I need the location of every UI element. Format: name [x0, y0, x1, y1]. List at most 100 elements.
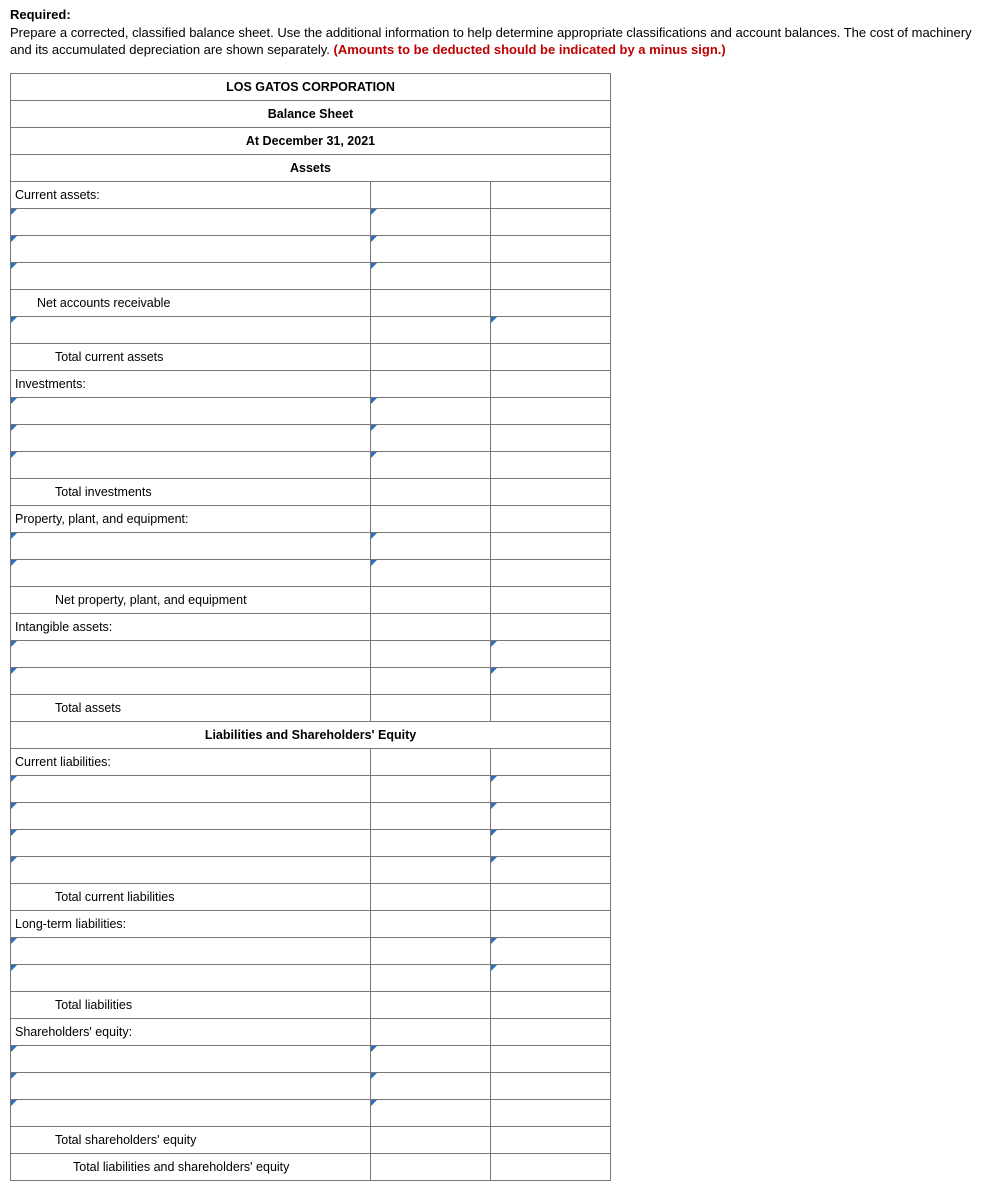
cell: [371, 883, 491, 910]
amount-input[interactable]: [491, 316, 611, 343]
amount-input[interactable]: [371, 235, 491, 262]
subtotal-cell: [491, 991, 611, 1018]
cell: [371, 937, 491, 964]
net-ar-label: Net accounts receivable: [11, 289, 371, 316]
cell: [371, 1126, 491, 1153]
cell: [371, 640, 491, 667]
cell: [371, 613, 491, 640]
cell: [491, 559, 611, 586]
ppe-label: Property, plant, and equipment:: [11, 505, 371, 532]
dropdown-cell[interactable]: [11, 397, 371, 424]
cell: [491, 451, 611, 478]
amount-input[interactable]: [371, 559, 491, 586]
instructions: Required: Prepare a corrected, classifie…: [10, 6, 990, 59]
subtotal-cell: [491, 478, 611, 505]
se-label: Shareholders' equity:: [11, 1018, 371, 1045]
amount-input[interactable]: [491, 856, 611, 883]
intangibles-label: Intangible assets:: [11, 613, 371, 640]
dropdown-cell[interactable]: [11, 451, 371, 478]
amount-input[interactable]: [491, 802, 611, 829]
dropdown-cell[interactable]: [11, 424, 371, 451]
amount-input[interactable]: [491, 937, 611, 964]
dropdown-cell[interactable]: [11, 937, 371, 964]
cell: [491, 1099, 611, 1126]
cell: [491, 532, 611, 559]
cell: [491, 586, 611, 613]
amount-input[interactable]: [371, 1099, 491, 1126]
amount-input[interactable]: [371, 262, 491, 289]
dropdown-cell[interactable]: [11, 1099, 371, 1126]
cell: [491, 397, 611, 424]
cell: [491, 613, 611, 640]
total-current-assets-label: Total current assets: [11, 343, 371, 370]
amount-input[interactable]: [371, 424, 491, 451]
subtotal-cell: [491, 1126, 611, 1153]
amount-input[interactable]: [371, 397, 491, 424]
dropdown-cell[interactable]: [11, 640, 371, 667]
dropdown-cell[interactable]: [11, 667, 371, 694]
cell: [371, 478, 491, 505]
cell: [491, 289, 611, 316]
cell: [371, 181, 491, 208]
total-liab-label: Total liabilities: [11, 991, 371, 1018]
cell: [371, 667, 491, 694]
dropdown-cell[interactable]: [11, 262, 371, 289]
cell: [491, 208, 611, 235]
cell: [491, 424, 611, 451]
cell: [371, 694, 491, 721]
cell: [371, 370, 491, 397]
total-investments-label: Total investments: [11, 478, 371, 505]
assets-section: Assets: [11, 154, 611, 181]
subtotal-cell: [371, 289, 491, 316]
date-header: At December 31, 2021: [11, 127, 611, 154]
dropdown-cell[interactable]: [11, 1045, 371, 1072]
dropdown-cell[interactable]: [11, 775, 371, 802]
dropdown-cell[interactable]: [11, 559, 371, 586]
cell: [371, 343, 491, 370]
cell: [371, 910, 491, 937]
dropdown-cell[interactable]: [11, 532, 371, 559]
dropdown-cell[interactable]: [11, 208, 371, 235]
amount-input[interactable]: [371, 532, 491, 559]
dropdown-cell[interactable]: [11, 856, 371, 883]
amount-input[interactable]: [371, 1045, 491, 1072]
cell: [371, 505, 491, 532]
cell: [371, 316, 491, 343]
total-cell: [491, 1153, 611, 1180]
current-assets-label: Current assets:: [11, 181, 371, 208]
cell: [491, 748, 611, 775]
dropdown-cell[interactable]: [11, 802, 371, 829]
total-se-label: Total shareholders' equity: [11, 1126, 371, 1153]
amount-input[interactable]: [491, 829, 611, 856]
current-liab-label: Current liabilities:: [11, 748, 371, 775]
cell: [371, 1153, 491, 1180]
company-header: LOS GATOS CORPORATION: [11, 73, 611, 100]
cell: [491, 1045, 611, 1072]
amount-input[interactable]: [491, 640, 611, 667]
amount-input[interactable]: [371, 208, 491, 235]
required-label: Required:: [10, 7, 71, 22]
cell: [491, 181, 611, 208]
cell: [371, 829, 491, 856]
dropdown-cell[interactable]: [11, 829, 371, 856]
amount-input[interactable]: [371, 1072, 491, 1099]
dropdown-cell[interactable]: [11, 235, 371, 262]
amount-input[interactable]: [491, 667, 611, 694]
cell: [491, 1072, 611, 1099]
subtotal-cell: [491, 883, 611, 910]
amount-input[interactable]: [491, 775, 611, 802]
instructions-red: (Amounts to be deducted should be indica…: [334, 42, 726, 57]
investments-label: Investments:: [11, 370, 371, 397]
amount-input[interactable]: [491, 964, 611, 991]
cell: [371, 964, 491, 991]
cell: [371, 802, 491, 829]
dropdown-cell[interactable]: [11, 316, 371, 343]
cell: [371, 991, 491, 1018]
cell: [371, 775, 491, 802]
title-header: Balance Sheet: [11, 100, 611, 127]
cell: [491, 235, 611, 262]
amount-input[interactable]: [371, 451, 491, 478]
balance-sheet-table: LOS GATOS CORPORATION Balance Sheet At D…: [10, 73, 611, 1181]
dropdown-cell[interactable]: [11, 964, 371, 991]
dropdown-cell[interactable]: [11, 1072, 371, 1099]
